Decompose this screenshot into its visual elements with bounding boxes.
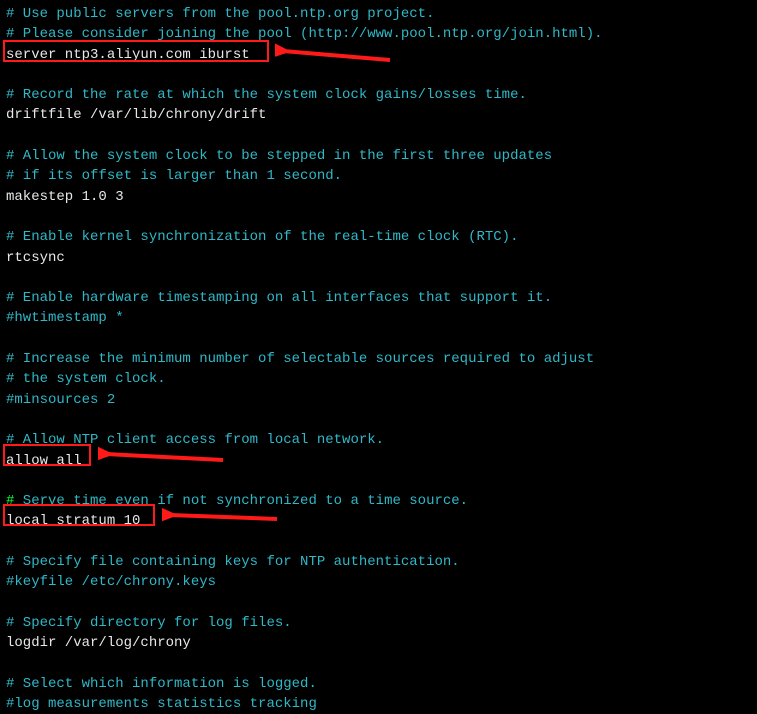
config-comment: # Please consider joining the pool (http… [6, 24, 751, 44]
config-directive-rtcsync[interactable]: rtcsync [6, 248, 751, 268]
blank-line [6, 207, 751, 227]
config-comment: # Use public servers from the pool.ntp.o… [6, 4, 751, 24]
config-comment: # Record the rate at which the system cl… [6, 85, 751, 105]
config-comment: # Specify file containing keys for NTP a… [6, 552, 751, 572]
config-comment: # Allow NTP client access from local net… [6, 430, 751, 450]
config-directive-driftfile[interactable]: driftfile /var/lib/chrony/drift [6, 105, 751, 125]
config-directive-local[interactable]: local stratum 10 [6, 511, 751, 531]
config-comment: # Enable kernel synchronization of the r… [6, 227, 751, 247]
blank-line [6, 471, 751, 491]
config-comment: # Allow the system clock to be stepped i… [6, 146, 751, 166]
blank-line [6, 410, 751, 430]
config-comment: # the system clock. [6, 369, 751, 389]
blank-line [6, 268, 751, 288]
config-comment: # Enable hardware timestamping on all in… [6, 288, 751, 308]
config-comment-disabled[interactable]: #minsources 2 [6, 390, 751, 410]
config-comment-disabled[interactable]: #hwtimestamp * [6, 308, 751, 328]
config-directive-server[interactable]: server ntp3.aliyun.com iburst [6, 45, 751, 65]
blank-line [6, 65, 751, 85]
blank-line [6, 329, 751, 349]
config-directive-allow[interactable]: allow all [6, 451, 751, 471]
blank-line [6, 654, 751, 674]
config-comment-disabled[interactable]: #keyfile /etc/chrony.keys [6, 572, 751, 592]
config-comment-disabled[interactable]: #log measurements statistics tracking [6, 694, 751, 714]
config-directive-logdir[interactable]: logdir /var/log/chrony [6, 633, 751, 653]
blank-line [6, 532, 751, 552]
blank-line [6, 593, 751, 613]
config-comment: # Specify directory for log files. [6, 613, 751, 633]
config-comment: # Select which information is logged. [6, 674, 751, 694]
config-comment-text: Serve time even if not synchronized to a… [14, 493, 468, 509]
config-directive-makestep[interactable]: makestep 1.0 3 [6, 187, 751, 207]
config-comment: # Increase the minimum number of selecta… [6, 349, 751, 369]
config-comment-cursor[interactable]: # Serve time even if not synchronized to… [6, 491, 751, 511]
config-comment: # if its offset is larger than 1 second. [6, 166, 751, 186]
blank-line [6, 126, 751, 146]
